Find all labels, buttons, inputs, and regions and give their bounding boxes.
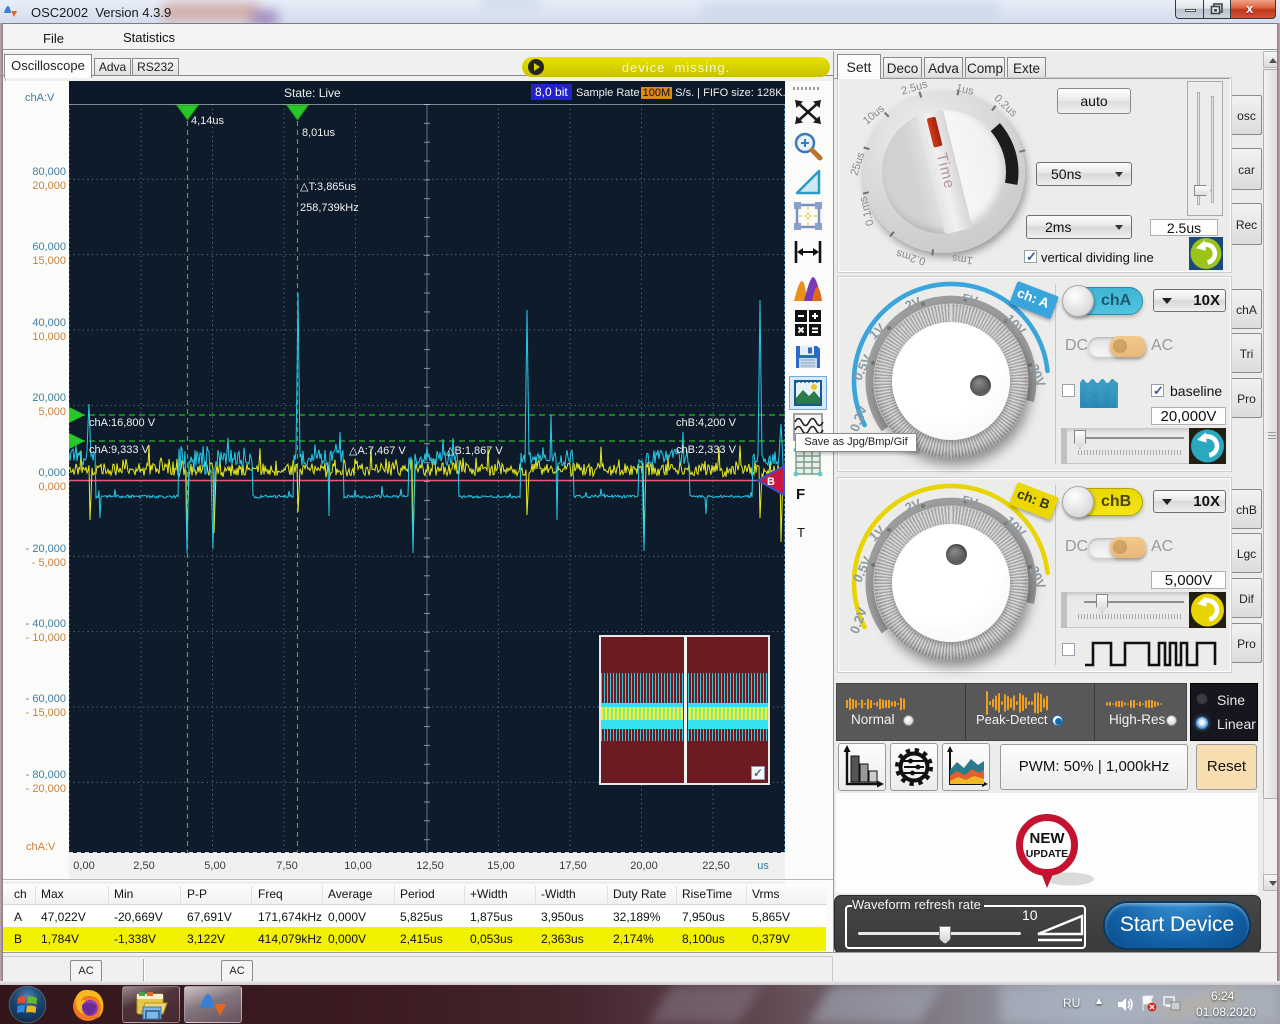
svg-text:B: B	[767, 476, 775, 488]
svg-text:NEW: NEW	[1030, 830, 1066, 847]
svg-text:UPDATE: UPDATE	[1026, 848, 1068, 860]
